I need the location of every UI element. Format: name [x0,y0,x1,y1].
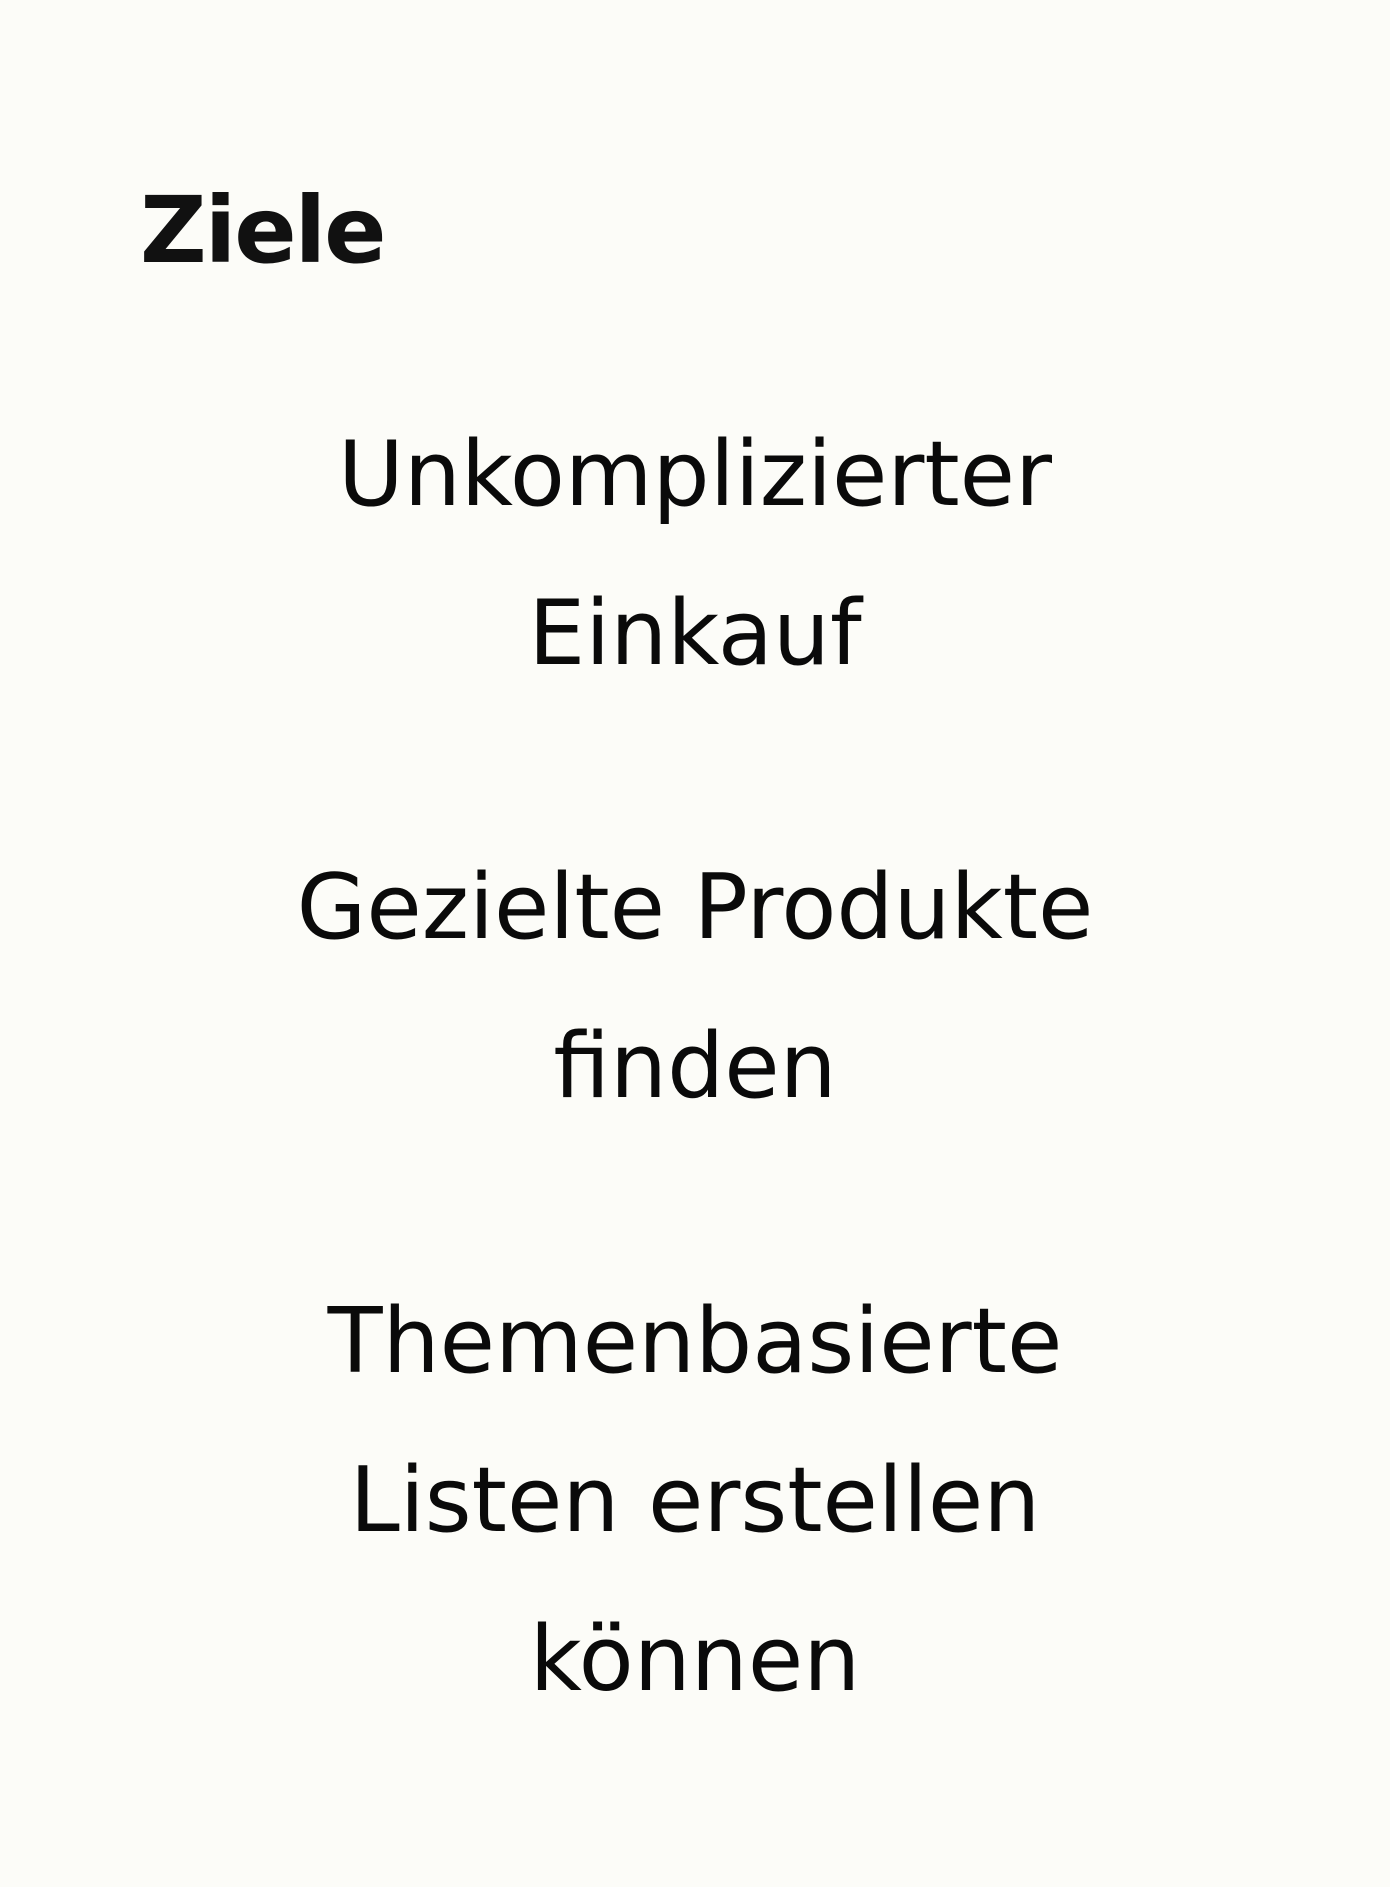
goal-line: Listen erstellen [349,1448,1041,1553]
slide-page: Ziele Unkomplizierter Einkauf Gezielte P… [0,0,1390,1887]
goal-item: Themenbasierte Listen erstellen können [0,1262,1390,1739]
page-title: Ziele [140,177,387,284]
goal-line: finden [553,1014,837,1119]
goal-item: Unkomplizierter Einkauf [0,395,1390,713]
goal-line: Unkomplizierter [338,422,1052,527]
goal-item: Gezielte Produkte finden [0,828,1390,1146]
goal-line: Einkauf [528,581,862,686]
goal-line: Gezielte Produkte [296,855,1094,960]
goal-line: Themenbasierte [327,1289,1063,1394]
goal-line: können [529,1607,861,1712]
